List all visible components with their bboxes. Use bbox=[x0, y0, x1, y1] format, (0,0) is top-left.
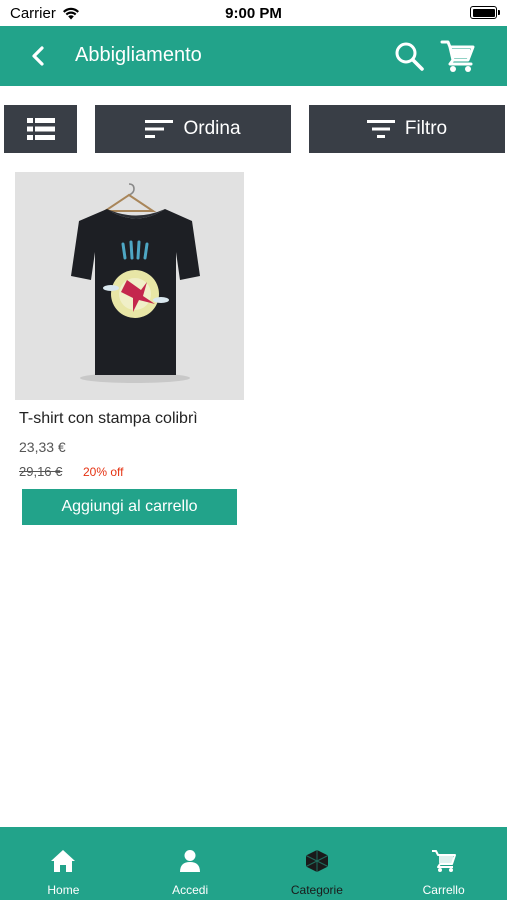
search-icon bbox=[395, 42, 424, 71]
back-button[interactable] bbox=[24, 42, 52, 70]
sort-button[interactable]: Ordina bbox=[95, 105, 291, 153]
product-card[interactable]: T-shirt con stampa colibrì 23,33 € 29,16… bbox=[15, 172, 244, 525]
battery-icon bbox=[470, 6, 500, 19]
nav-item-accedi[interactable]: Accedi bbox=[127, 827, 254, 900]
filter-button[interactable]: Filtro bbox=[309, 105, 505, 153]
nav-item-categorie[interactable]: Categorie bbox=[254, 827, 381, 900]
nav-label-home: Home bbox=[47, 883, 80, 897]
nav-label-categorie: Categorie bbox=[290, 883, 343, 897]
filter-icon bbox=[366, 120, 395, 138]
sort-label: Ordina bbox=[183, 118, 241, 139]
tshirt-image bbox=[15, 172, 244, 400]
product-image[interactable] bbox=[15, 172, 244, 400]
bottom-nav: Home Accedi Categorie Carrello bbox=[0, 827, 507, 900]
nav-label-carrello: Carrello bbox=[422, 883, 465, 897]
cart-button[interactable] bbox=[440, 39, 476, 73]
sort-icon bbox=[145, 120, 174, 138]
add-to-cart-button[interactable]: Aggiungi al carrello bbox=[22, 489, 237, 525]
cart-icon bbox=[440, 40, 475, 72]
chevron-left-icon bbox=[32, 46, 44, 66]
page-title: Abbigliamento bbox=[75, 44, 202, 66]
status-bar: Carrier 9:00 PM bbox=[0, 0, 507, 26]
product-price: 23,33 € bbox=[19, 439, 66, 455]
view-toggle-button[interactable] bbox=[4, 105, 77, 153]
product-old-price: 29,16 € bbox=[19, 464, 63, 479]
filter-label: Filtro bbox=[404, 118, 448, 139]
nav-label-accedi: Accedi bbox=[172, 883, 209, 897]
discount-badge: 20% off bbox=[83, 465, 124, 479]
list-view-icon bbox=[26, 118, 55, 140]
app-bar: Abbigliamento bbox=[0, 26, 507, 86]
home-icon bbox=[51, 850, 76, 872]
nav-item-home[interactable]: Home bbox=[0, 827, 127, 900]
product-name[interactable]: T-shirt con stampa colibrì bbox=[19, 410, 198, 428]
status-time: 9:00 PM bbox=[225, 5, 282, 22]
search-button[interactable] bbox=[393, 40, 425, 72]
cart-icon bbox=[431, 850, 456, 872]
user-icon bbox=[180, 850, 201, 872]
nav-item-carrello[interactable]: Carrello bbox=[380, 827, 507, 900]
cube-icon bbox=[305, 850, 329, 872]
